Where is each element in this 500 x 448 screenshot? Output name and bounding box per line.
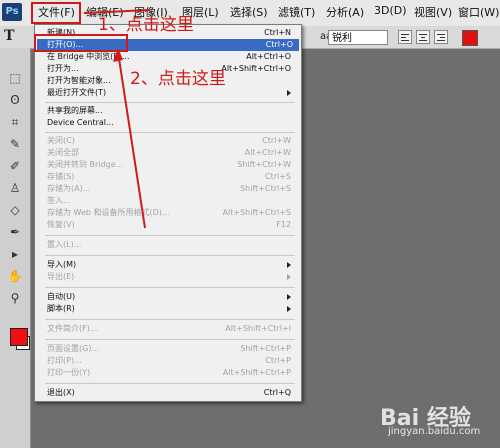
annotation-arrows (83, 9, 151, 229)
annotation-step-1: 1、点击这里 (98, 15, 194, 35)
watermark-url: jingyan.baidu.com (388, 426, 481, 437)
annotation-step-2: 2、点击这里 (130, 69, 226, 89)
arrow-head-2 (113, 48, 123, 62)
